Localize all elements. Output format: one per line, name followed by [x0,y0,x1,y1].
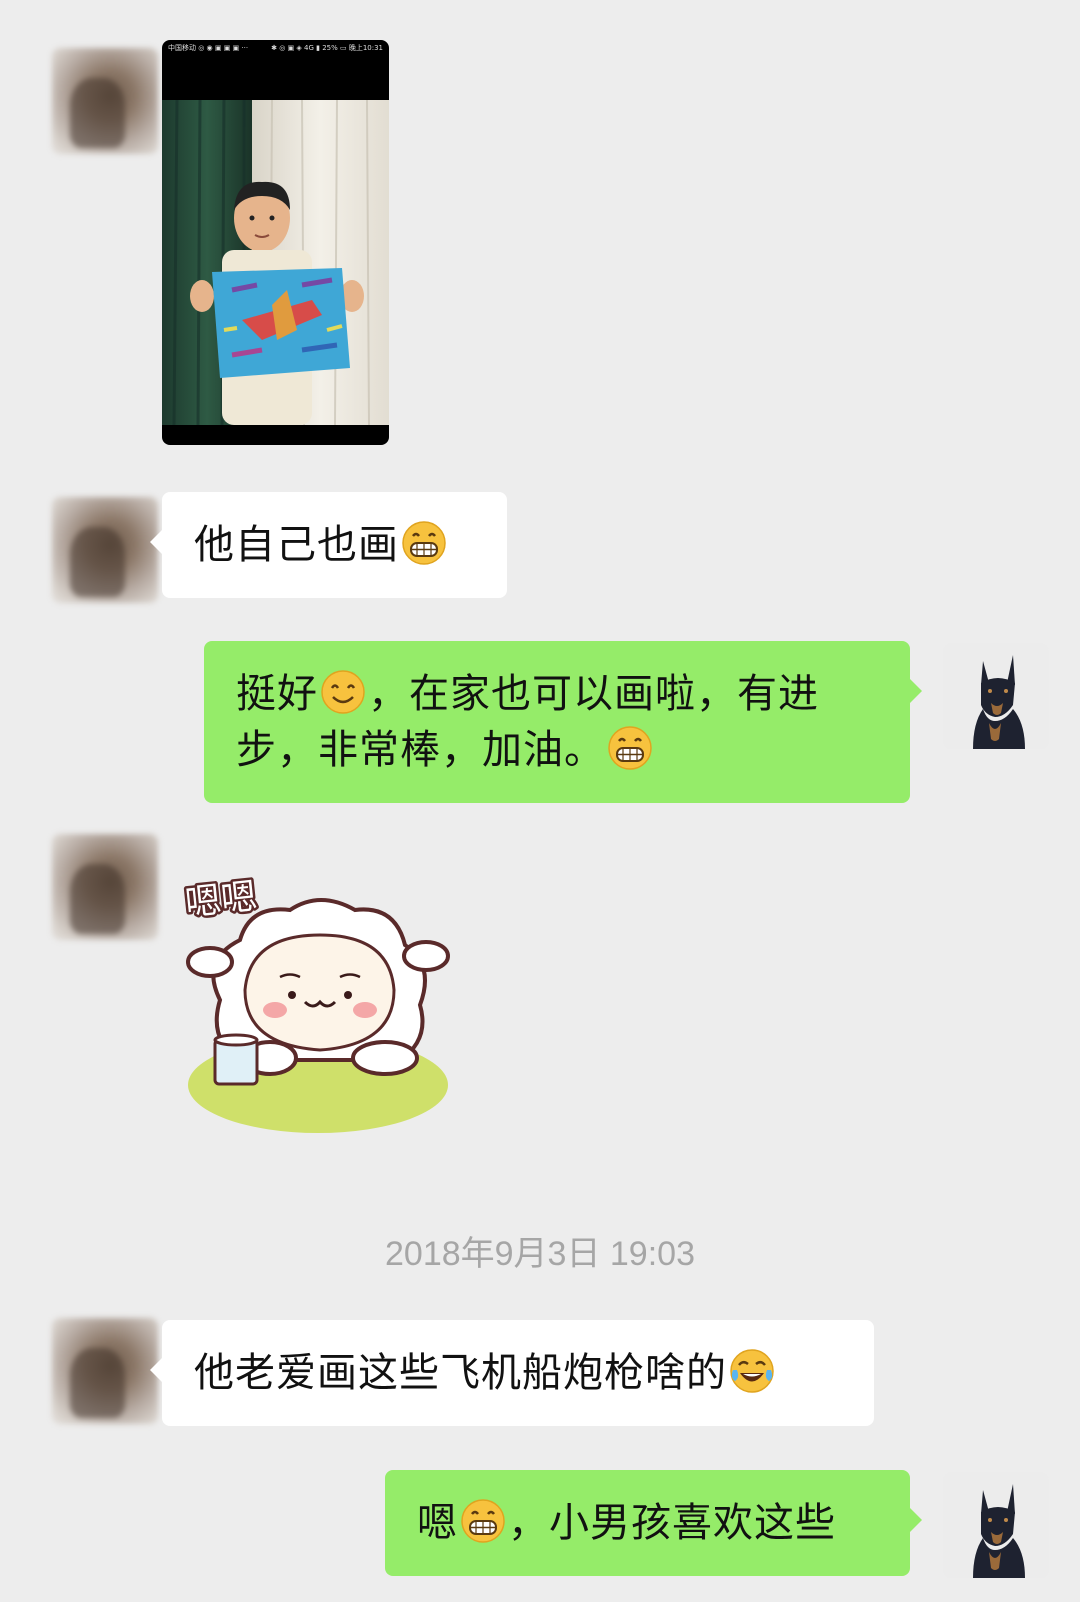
self-avatar[interactable] [943,643,1049,749]
message-text: 嗯 [417,1500,458,1546]
contact-avatar[interactable] [52,834,158,940]
contact-avatar[interactable] [52,48,158,154]
photo-message[interactable]: 中国移动 ◎ ◉ ▣ ▣ ▣ ··· ✱ ◎ ▣ ◈ 4G ▮ 25% ▭ 晚上… [162,40,389,445]
message-line-1: 挺好 ，在家也可以画啦，有进 [236,666,910,722]
status-bar-right: ✱ ◎ ▣ ◈ 4G ▮ 25% ▭ 晚上10:31 [271,44,383,52]
grin-emoji-icon [608,726,652,770]
message-text: 他老爱画这些飞机船炮枪啥的 [194,1350,727,1396]
chat-conversation: 中国移动 ◎ ◉ ▣ ▣ ▣ ··· ✱ ◎ ▣ ◈ 4G ▮ 25% ▭ 晚上… [0,0,1080,1602]
photo-image [162,100,389,425]
message-text: ，在家也可以画啦，有进 [368,671,819,717]
contact-avatar[interactable] [52,497,158,603]
message-text: ，小男孩喜欢这些 [508,1500,836,1546]
message-text: 步，非常棒，加油。 [236,727,605,773]
dog-icon [943,1472,1049,1578]
photo-status-bar: 中国移动 ◎ ◉ ▣ ▣ ▣ ··· ✱ ◎ ▣ ◈ 4G ▮ 25% ▭ 晚上… [162,40,389,56]
contact-avatar[interactable] [52,1318,158,1424]
message-line-2: 步，非常棒，加油。 [236,722,910,778]
message-text: 他自己也画 [194,522,399,568]
grin-emoji-icon [402,521,446,565]
status-bar-left: 中国移动 ◎ ◉ ▣ ▣ ▣ ··· [168,44,249,52]
message-timestamp: 2018年9月3日 19:03 [385,1235,695,1273]
sticker-text: 嗯嗯 [183,876,259,924]
sticker-message[interactable]: 嗯嗯 嗯嗯 [180,850,460,1150]
message-bubble[interactable]: 他自己也画 [150,492,507,598]
message-text: 挺好 [236,671,318,717]
message-bubble-self[interactable]: 挺好 ，在家也可以画啦，有进 步，非常棒，加油。 [204,641,922,803]
self-avatar[interactable] [943,1472,1049,1578]
message-bubble-self[interactable]: 嗯 ，小男孩喜欢这些 [385,1470,922,1576]
tears-of-joy-emoji-icon [730,1349,774,1393]
smile-emoji-icon [321,670,365,714]
grin-emoji-icon [461,1499,505,1543]
dog-icon [943,643,1049,749]
message-bubble[interactable]: 他老爱画这些飞机船炮枪啥的 [150,1320,874,1426]
